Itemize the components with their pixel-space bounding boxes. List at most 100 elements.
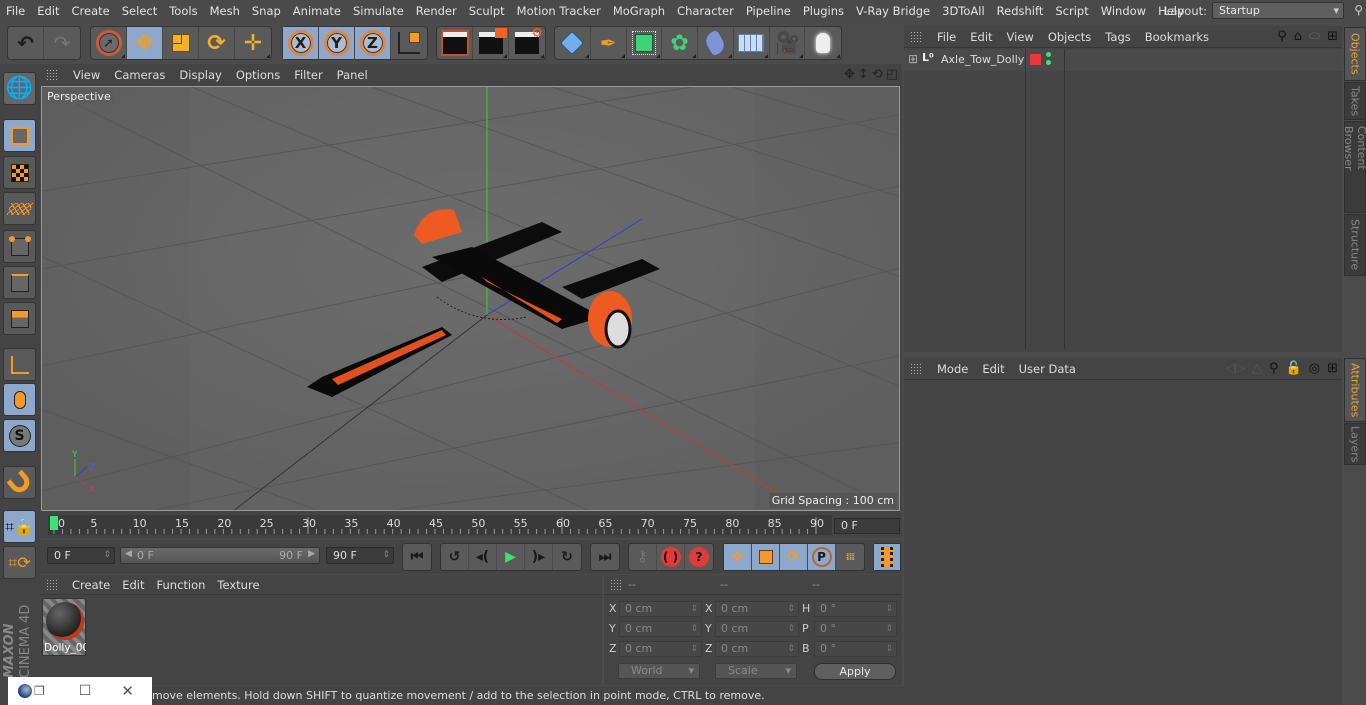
tab-layers[interactable]: Layers <box>1344 423 1366 465</box>
floor-button[interactable] <box>734 27 770 59</box>
menu-tools[interactable]: Tools <box>163 4 203 18</box>
size-mode-dropdown[interactable]: Scale <box>715 663 797 679</box>
coordinate-system-button[interactable] <box>391 27 427 59</box>
home-icon[interactable]: ⌂ <box>1294 29 1302 44</box>
menu-script[interactable]: Script <box>1049 4 1094 18</box>
panel-grip-icon[interactable] <box>610 578 622 591</box>
object-menu-bookmarks[interactable]: Bookmarks <box>1138 30 1216 44</box>
frame-range-slider[interactable]: ◀ 0 F 90 F ▶ <box>120 547 320 564</box>
menu-redshift[interactable]: Redshift <box>991 4 1050 18</box>
material-menu-edit[interactable]: Edit <box>116 578 150 592</box>
apply-button[interactable]: Apply <box>814 663 896 680</box>
lock-workplane-button[interactable]: ⌗🔒 <box>3 510 36 543</box>
points-mode-button[interactable] <box>3 230 36 263</box>
cube-button[interactable] <box>555 27 591 59</box>
panel-grip-icon[interactable] <box>910 30 922 43</box>
range-right-arrow-icon[interactable]: ▶ <box>308 549 315 559</box>
goto-start-button[interactable]: ⏮ <box>403 544 431 570</box>
texture-mode-button[interactable] <box>3 156 36 189</box>
maximize-icon[interactable]: ☐ <box>79 683 92 699</box>
pos-z-field[interactable]: 0 cm <box>619 641 702 657</box>
rotate-tool-button[interactable]: ⟳ <box>199 27 235 59</box>
new-panel-icon[interactable]: ⊞ <box>1327 29 1338 44</box>
coordinate-space-dropdown[interactable]: World <box>618 663 700 679</box>
timeline-ruler[interactable]: 0 5 10 15 20 25 30 35 40 45 50 55 60 65 70 75 80 85 90 <box>40 512 902 538</box>
light-button[interactable] <box>805 27 841 59</box>
key-pla-button[interactable]: ⁞⁞⁞ <box>836 544 864 570</box>
viewport-menu-display[interactable]: Display <box>172 68 228 82</box>
object-row[interactable]: ⊞ L⁰ Axle_Tow_Dolly <box>904 49 1342 349</box>
viewport-menu-panel[interactable]: Panel <box>330 68 375 82</box>
z-axis-lock-button[interactable]: Z <box>355 27 391 59</box>
size-x-field[interactable]: 0 cm <box>715 601 799 617</box>
frame-ruler[interactable]: 0 5 10 15 20 25 30 35 40 45 50 55 60 65 70 75 80 85 90 <box>48 515 832 535</box>
record-keys-button[interactable]: ⚷ <box>629 544 657 570</box>
expand-icon[interactable]: ⊞ <box>908 52 918 66</box>
pan-icon[interactable]: ✥ <box>844 67 855 82</box>
range-left-arrow-icon[interactable]: ◀ <box>125 549 132 559</box>
workplane-mode-button[interactable] <box>3 192 36 225</box>
last-tool-button[interactable]: ✛ <box>235 27 271 59</box>
menu-pipeline[interactable]: Pipeline <box>740 4 797 18</box>
key-rotation-button[interactable]: ⟳ <box>780 544 808 570</box>
panel-grip-icon[interactable] <box>910 362 922 375</box>
timeline-window-button[interactable] <box>874 544 900 570</box>
panel-grip-icon[interactable] <box>46 69 58 81</box>
prev-key-button[interactable]: ↺ <box>441 544 469 570</box>
object-menu-view[interactable]: View <box>1000 30 1041 44</box>
layer-color-swatch[interactable] <box>1030 54 1041 65</box>
playhead-marker[interactable] <box>50 516 58 530</box>
key-parameter-button[interactable]: P <box>808 544 836 570</box>
editor-visibility-dot[interactable] <box>1046 52 1051 57</box>
menu-vray-bridge[interactable]: V-Ray Bridge <box>850 4 936 18</box>
restore-icon[interactable]: ❐ <box>34 684 45 698</box>
end-frame-field[interactable]: 90 F <box>326 547 394 564</box>
rot-p-field[interactable]: 0 ° <box>814 621 897 637</box>
menu-mesh[interactable]: Mesh <box>204 4 246 18</box>
pos-y-field[interactable]: 0 cm <box>619 621 702 637</box>
menu-create[interactable]: Create <box>66 4 116 18</box>
play-button[interactable]: ▶ <box>497 544 525 570</box>
maximize-view-icon[interactable]: ◰ <box>886 67 898 82</box>
rot-h-field[interactable]: 0 ° <box>814 601 897 617</box>
scale-tool-button[interactable] <box>163 27 199 59</box>
menu-character[interactable]: Character <box>671 4 740 18</box>
viewport-menu-options[interactable]: Options <box>229 68 287 82</box>
camera-button[interactable]: 🎥 <box>770 27 806 59</box>
menu-3dtoall[interactable]: 3DToAll <box>936 4 991 18</box>
size-y-field[interactable]: 0 cm <box>715 621 799 637</box>
menu-animate[interactable]: Animate <box>287 4 347 18</box>
render-view-button[interactable] <box>437 27 473 59</box>
object-menu-objects[interactable]: Objects <box>1041 30 1098 44</box>
material-menu-texture[interactable]: Texture <box>211 578 265 592</box>
tab-structure[interactable]: Structure <box>1344 214 1366 276</box>
live-selection-button[interactable]: ➚ <box>91 27 127 59</box>
search-icon[interactable]: ⚲ <box>1354 3 1363 17</box>
up-arrow-icon[interactable]: △ <box>1252 361 1262 376</box>
goto-end-button[interactable]: ⏭ <box>591 544 619 570</box>
tweak-mode-button[interactable] <box>3 383 36 416</box>
tab-takes[interactable]: Takes <box>1344 82 1366 120</box>
tab-attributes[interactable]: Attributes <box>1344 358 1366 422</box>
prev-frame-button[interactable]: ◂( <box>469 544 497 570</box>
render-to-picture-viewer-button[interactable] <box>473 27 509 59</box>
viewport-menu-cameras[interactable]: Cameras <box>107 68 172 82</box>
viewport-menu-filter[interactable]: Filter <box>287 68 329 82</box>
redo-button[interactable]: ↷ <box>44 27 80 59</box>
attribute-menu-user-data[interactable]: User Data <box>1012 362 1083 376</box>
keyframe-selection-button[interactable]: ? <box>685 544 713 570</box>
solo-button[interactable]: S <box>3 419 36 452</box>
layout-dropdown[interactable]: Startup <box>1212 2 1344 19</box>
panel-grip-icon[interactable] <box>46 578 58 591</box>
tab-objects[interactable]: Objects <box>1344 27 1366 81</box>
make-editable-button[interactable]: 🌐 <box>3 72 36 105</box>
enable-axis-button[interactable] <box>3 348 36 381</box>
align-workplane-button[interactable]: ⌗⟳ <box>3 546 36 579</box>
menu-render[interactable]: Render <box>410 4 463 18</box>
zoom-arrows-icon[interactable]: ↕ <box>858 67 869 82</box>
polygons-mode-button[interactable] <box>3 302 36 335</box>
material-menu-function[interactable]: Function <box>151 578 212 592</box>
x-axis-lock-button[interactable]: X <box>283 27 319 59</box>
viewport-menu-view[interactable]: View <box>66 68 107 82</box>
key-position-button[interactable]: ✥ <box>724 544 752 570</box>
